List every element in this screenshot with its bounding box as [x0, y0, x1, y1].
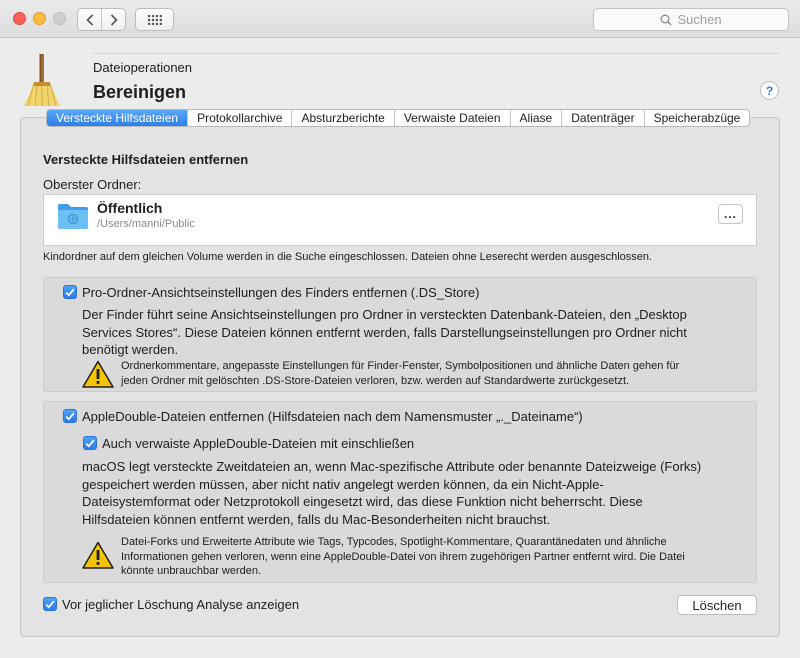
warning-line: jeden Ordner mit gelöschten .DS-Store-Da… [121, 374, 630, 387]
analysis-checkbox[interactable] [43, 597, 57, 611]
tab-bar: Versteckte Hilfsdateien Protokollarchive… [46, 109, 751, 127]
search-field[interactable]: Suchen [593, 8, 789, 31]
orphan-appledouble-checkbox[interactable] [83, 436, 97, 450]
show-all-button[interactable] [135, 8, 174, 31]
chevron-right-icon [110, 13, 118, 26]
warning-line: könnte unbrauchbar werden. [121, 565, 262, 577]
appledouble-label[interactable]: AppleDouble-Dateien entfernen (Hilfsdate… [82, 409, 583, 424]
tab-verwaiste-dateien[interactable]: Verwaiste Dateien [393, 110, 510, 126]
checkmark-icon [45, 600, 55, 609]
tab-speicherabzuege[interactable]: Speicherabzüge [643, 110, 750, 126]
warning-line: Ordnerkommentare, angepasste Einstellung… [121, 360, 680, 372]
folder-selector[interactable]: Öffentlich /Users/manni/Public ... [43, 194, 757, 246]
navigation-segment [77, 8, 126, 31]
ds-store-label[interactable]: Pro-Ordner-Ansichtseinstellungen des Fin… [82, 285, 479, 300]
folder-icon [58, 204, 88, 229]
forward-button[interactable] [101, 9, 125, 30]
search-placeholder: Suchen [677, 12, 722, 27]
analysis-label[interactable]: Vor jeglicher Löschung Analyse anzeigen [62, 597, 299, 612]
description-line: benötigt werden. [82, 342, 179, 357]
description-line: Hilfsdateien können entfernt werden, fal… [82, 511, 551, 527]
broom-icon [24, 54, 60, 107]
choose-folder-button[interactable]: ... [718, 204, 743, 224]
zoom-window-button[interactable] [53, 12, 66, 25]
folder-label: Oberster Ordner: [43, 177, 142, 192]
checkmark-icon [85, 439, 95, 448]
title-bar: Suchen [0, 0, 800, 38]
warning-line: Informationen gehen verloren, wenn eine … [121, 550, 685, 563]
warning-icon [82, 541, 114, 569]
scope-note: Kindordner auf dem gleichen Volume werde… [43, 251, 653, 263]
delete-button[interactable]: Löschen [677, 595, 757, 615]
tab-absturzberichte[interactable]: Absturzberichte [291, 110, 393, 126]
ds-store-warning: Ordnerkommentare, angepasste Einstellung… [121, 359, 679, 388]
appledouble-description: macOS legt versteckte Zweitdateien an, w… [82, 458, 701, 528]
appledouble-checkbox[interactable] [63, 409, 77, 423]
warning-icon [82, 360, 114, 388]
search-icon [661, 14, 672, 25]
warning-line: Datei-Forks und Erweiterte Attribute wie… [121, 536, 667, 548]
description-line: gespeichert werden müssen, aber nicht na… [82, 476, 604, 492]
description-line: macOS legt versteckte Zweitdateien an, w… [82, 459, 702, 474]
appledouble-warning: Datei-Forks und Erweiterte Attribute wie… [121, 535, 685, 579]
checkmark-icon [65, 412, 75, 421]
tab-protokollarchive[interactable]: Protokollarchive [187, 110, 291, 126]
close-window-button[interactable] [13, 12, 26, 25]
section-title: Versteckte Hilfsdateien entfernen [43, 152, 249, 167]
description-line: Der Finder führt seine Ansichtseinstellu… [82, 307, 687, 322]
page-title: Bereinigen [93, 82, 187, 102]
description-line: Dateisystemformat oder Netzprotokoll ein… [82, 494, 643, 509]
back-button[interactable] [78, 9, 101, 30]
description-line: Services Stores“. Diese Dateien können e… [82, 324, 687, 340]
ds-store-description: Der Finder führt seine Ansichtseinstellu… [82, 306, 687, 359]
folder-name: Öffentlich [97, 200, 163, 216]
chevron-left-icon [85, 13, 93, 26]
ds-store-checkbox[interactable] [63, 285, 77, 299]
grid-icon [147, 14, 162, 25]
orphan-appledouble-label[interactable]: Auch verwaiste AppleDouble-Dateien mit e… [102, 436, 414, 451]
tab-datentraeger[interactable]: Datenträger [561, 110, 643, 126]
category-label: Dateioperationen [93, 60, 193, 75]
folder-path: /Users/manni/Public [97, 218, 195, 230]
tab-aliase[interactable]: Aliase [509, 110, 562, 126]
tab-versteckte-hilfsdateien[interactable]: Versteckte Hilfsdateien [47, 110, 188, 126]
minimize-window-button[interactable] [33, 12, 46, 25]
header-divider [93, 53, 780, 54]
checkmark-icon [65, 288, 75, 297]
help-button[interactable]: ? [760, 81, 779, 100]
